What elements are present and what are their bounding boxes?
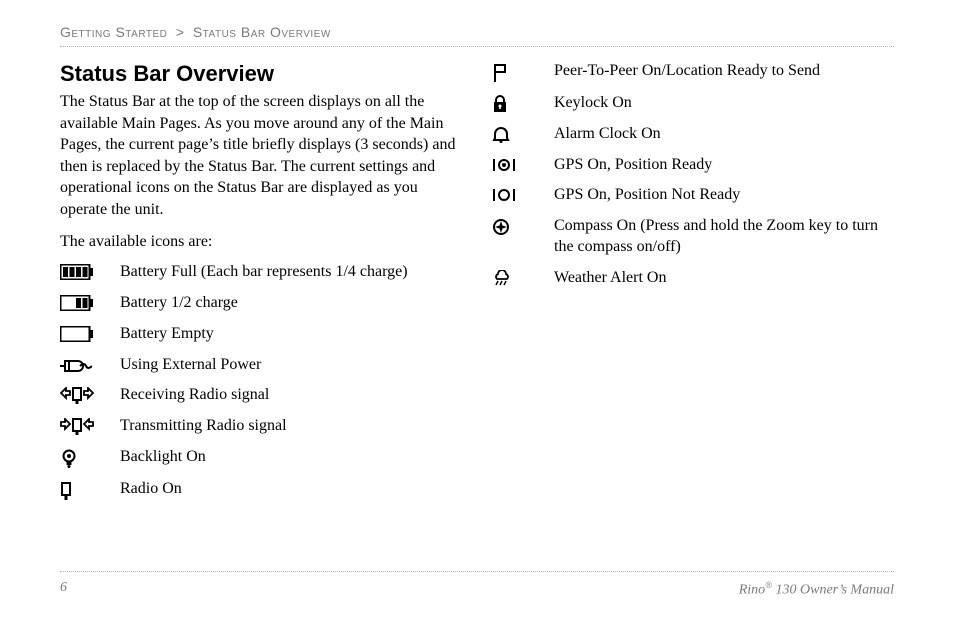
icon-desc: GPS On, Position Not Ready — [554, 185, 740, 206]
breadcrumb-section: Getting Started — [60, 24, 167, 40]
icon-desc: Radio On — [120, 479, 182, 500]
icon-row-peer-to-peer: Peer-To-Peer On/Location Ready to Send — [492, 61, 894, 83]
icon-desc: Keylock On — [554, 93, 632, 114]
icon-row-battery-empty: Battery Empty — [60, 324, 462, 345]
icon-row-gps-ready: GPS On, Position Ready — [492, 155, 894, 176]
icon-desc: Transmitting Radio signal — [120, 416, 287, 437]
icon-row-transmitting-radio: Transmitting Radio signal — [60, 416, 462, 437]
icon-desc: Battery 1/2 charge — [120, 293, 238, 314]
icon-desc: Alarm Clock On — [554, 124, 661, 145]
battery-full-icon — [60, 262, 108, 280]
icon-row-receiving-radio: Receiving Radio signal — [60, 385, 462, 406]
backlight-icon — [60, 447, 108, 469]
breadcrumb-sep: > — [176, 24, 185, 40]
receiving-radio-icon — [60, 385, 108, 405]
icon-row-keylock: Keylock On — [492, 93, 894, 114]
icon-row-battery-half: Battery 1/2 charge — [60, 293, 462, 314]
icon-row-weather: Weather Alert On — [492, 268, 894, 289]
icon-desc: GPS On, Position Ready — [554, 155, 712, 176]
battery-half-icon — [60, 293, 108, 311]
intro-paragraph: The Status Bar at the top of the screen … — [60, 91, 462, 221]
icon-row-gps-not-ready: GPS On, Position Not Ready — [492, 185, 894, 206]
page-title: Status Bar Overview — [60, 61, 462, 87]
icon-desc: Backlight On — [120, 447, 206, 468]
alarm-bell-icon — [492, 124, 542, 144]
breadcrumb-page: Status Bar Overview — [193, 24, 331, 40]
manual-page: Getting Started > Status Bar Overview St… — [0, 0, 954, 621]
product-name: Rino® 130 Owner’s Manual — [739, 580, 894, 599]
icon-desc: Peer-To-Peer On/Location Ready to Send — [554, 61, 820, 82]
icon-desc: Weather Alert On — [554, 268, 666, 289]
icon-desc: Using External Power — [120, 355, 261, 376]
icon-desc: Compass On (Press and hold the Zoom key … — [554, 216, 894, 258]
left-column: Status Bar Overview The Status Bar at th… — [60, 61, 462, 511]
icon-desc: Battery Full (Each bar represents 1/4 ch… — [120, 262, 408, 283]
icon-row-battery-full: Battery Full (Each bar represents 1/4 ch… — [60, 262, 462, 283]
compass-icon — [492, 216, 542, 236]
battery-empty-icon — [60, 324, 108, 342]
icon-row-radio-on: Radio On — [60, 479, 462, 501]
flag-icon — [492, 61, 542, 83]
icon-desc: Battery Empty — [120, 324, 214, 345]
page-number: 6 — [60, 580, 67, 599]
lead-text: The available icons are: — [60, 231, 462, 253]
right-column: Peer-To-Peer On/Location Ready to Send K… — [492, 61, 894, 511]
icon-row-backlight: Backlight On — [60, 447, 462, 469]
icon-row-external-power: Using External Power — [60, 355, 462, 376]
radio-on-icon — [60, 479, 108, 501]
external-power-icon — [60, 355, 108, 375]
weather-alert-icon — [492, 268, 542, 286]
icon-row-compass: Compass On (Press and hold the Zoom key … — [492, 216, 894, 258]
lock-icon — [492, 93, 542, 113]
gps-ready-icon — [492, 155, 542, 173]
icon-row-alarm: Alarm Clock On — [492, 124, 894, 145]
gps-not-ready-icon — [492, 185, 542, 203]
icon-desc: Receiving Radio signal — [120, 385, 269, 406]
page-footer: 6 Rino® 130 Owner’s Manual — [60, 571, 894, 599]
breadcrumb: Getting Started > Status Bar Overview — [60, 24, 894, 47]
transmitting-radio-icon — [60, 416, 108, 436]
